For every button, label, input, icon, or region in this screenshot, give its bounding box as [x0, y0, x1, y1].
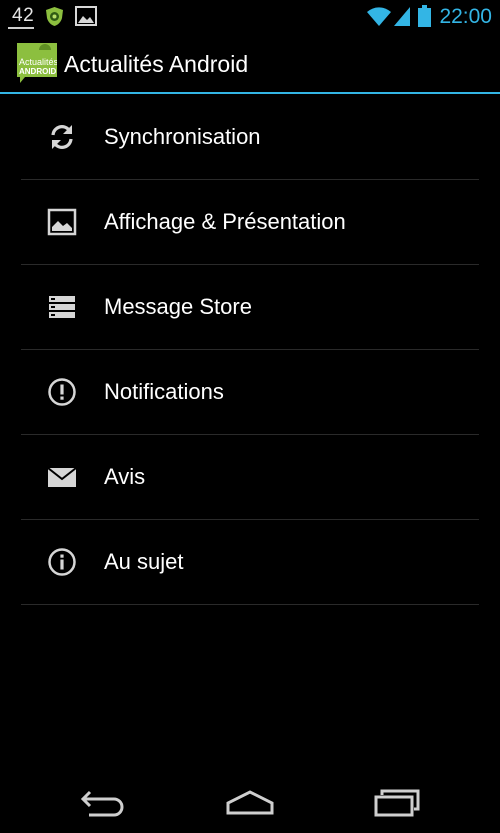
wifi-icon	[367, 7, 391, 26]
settings-item-label: Synchronisation	[104, 124, 261, 149]
battery-icon	[418, 5, 431, 27]
settings-item-label: Avis	[104, 464, 146, 489]
sync-icon	[51, 125, 73, 149]
gallery-icon	[75, 6, 97, 26]
info-icon	[48, 548, 76, 576]
signal-icon	[394, 7, 410, 26]
app-logo-text-top: Actualités	[19, 57, 57, 67]
mail-icon	[47, 467, 77, 487]
back-icon[interactable]	[74, 781, 134, 821]
status-bar: 42 22:00	[0, 0, 500, 33]
home-icon[interactable]	[220, 781, 280, 821]
clock: 22:00	[439, 5, 492, 28]
shield-icon	[46, 7, 63, 26]
temperature-underline	[8, 27, 34, 29]
settings-item-notifications[interactable]: Notifications	[21, 350, 479, 435]
settings-item-label: Au sujet	[104, 549, 184, 574]
settings-item-synchronisation[interactable]: Synchronisation	[21, 95, 479, 180]
recent-apps-icon[interactable]	[366, 781, 426, 821]
storage-icon	[49, 296, 75, 318]
app-logo-text-bottom: ANDROID	[19, 67, 57, 76]
settings-list: Synchronisation Affichage & Présentation…	[21, 95, 479, 605]
settings-item-label: Message Store	[104, 294, 252, 319]
app-title: Actualités Android	[64, 51, 249, 77]
settings-item-label: Affichage & Présentation	[104, 209, 346, 234]
settings-item-label: Notifications	[104, 379, 224, 404]
temperature-indicator: 42	[12, 5, 35, 26]
alert-icon	[48, 378, 76, 406]
app-logo[interactable]: Actualités ANDROID	[17, 43, 57, 83]
settings-item-avis[interactable]: Avis	[21, 435, 479, 520]
navigation-bar	[0, 763, 500, 833]
settings-item-message-store[interactable]: Message Store	[21, 265, 479, 350]
image-icon	[47, 208, 77, 236]
action-bar-divider	[0, 92, 500, 94]
settings-item-affichage[interactable]: Affichage & Présentation	[21, 180, 479, 265]
settings-item-au-sujet[interactable]: Au sujet	[21, 520, 479, 605]
action-bar: Actualités ANDROID Actualités Android	[0, 33, 500, 93]
